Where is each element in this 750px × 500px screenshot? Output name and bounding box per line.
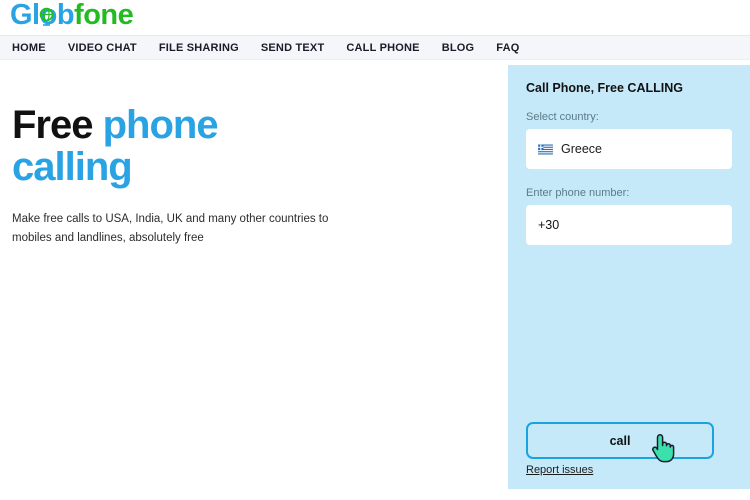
phone-number-input[interactable]: [538, 218, 720, 232]
nav-item-file-sharing[interactable]: FILE SHARING: [159, 42, 239, 54]
page-title: Free phone calling: [12, 104, 472, 188]
country-select[interactable]: Greece: [526, 129, 732, 169]
hero-subtitle: Make free calls to USA, India, UK and ma…: [12, 213, 329, 244]
hero-title-blue-line2: calling: [12, 145, 133, 189]
greece-flag-icon: [538, 143, 553, 155]
nav-item-home[interactable]: HOME: [12, 42, 46, 54]
phone-number-field[interactable]: [526, 205, 732, 245]
logo-text-fone: fone: [74, 0, 134, 31]
site-header: Globfone: [0, 0, 750, 35]
report-issues-link[interactable]: Report issues: [526, 464, 593, 476]
country-field-label: Select country:: [526, 111, 599, 123]
nav-item-video-chat[interactable]: VIDEO CHAT: [68, 42, 137, 54]
phone-field-label: Enter phone number:: [526, 187, 630, 199]
site-logo[interactable]: Globfone: [10, 0, 134, 33]
nav-item-call-phone[interactable]: CALL PHONE: [346, 42, 419, 54]
hero-title-dark: Free: [12, 103, 103, 147]
nav-item-faq[interactable]: FAQ: [496, 42, 519, 54]
country-select-value: Greece: [561, 142, 602, 156]
nav-item-blog[interactable]: BLOG: [442, 42, 475, 54]
call-panel-title: Call Phone, Free CALLING: [526, 81, 683, 95]
call-button[interactable]: call: [526, 422, 714, 459]
hero-title-blue-line1: phone: [102, 103, 219, 147]
main-navigation: HOME VIDEO CHAT FILE SHARING SEND TEXT C…: [0, 35, 750, 60]
hero-section: Free phone calling Make free calls to US…: [12, 104, 472, 248]
logo-text-glob: Glob: [10, 0, 75, 31]
nav-item-send-text[interactable]: SEND TEXT: [261, 42, 325, 54]
